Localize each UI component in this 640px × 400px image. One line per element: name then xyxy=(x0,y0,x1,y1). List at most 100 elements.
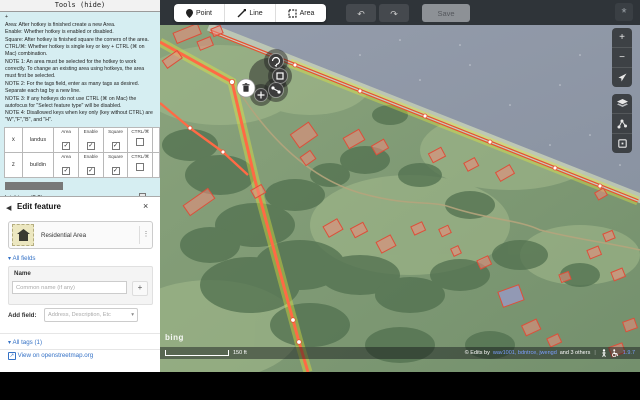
divider xyxy=(0,349,160,350)
col-label-ctrl: CTRL/⌘ xyxy=(128,129,152,134)
add-field-select[interactable]: Address, Description, Etc ▾ xyxy=(44,308,138,322)
bottom-letterbox xyxy=(0,372,640,400)
bing-logo: bing xyxy=(165,333,184,342)
hotkey-row: x landus Area ✓ Enable ✓ Square ✓ CTRL/⌘ xyxy=(5,128,160,153)
tools-panel-header[interactable]: Tools (hide) xyxy=(0,0,160,12)
square-checkbox[interactable]: ✓ xyxy=(112,167,120,175)
attribution-user-links[interactable]: wav1001, bdntrce, jwengd xyxy=(493,350,557,356)
hotkey-table: x landus Area ✓ Enable ✓ Square ✓ CTRL/⌘ z … xyxy=(4,127,160,178)
trash-icon xyxy=(243,83,250,92)
hotkey-tag-input[interactable]: buildin xyxy=(22,153,54,178)
move-button[interactable] xyxy=(255,89,268,102)
help-line: + xyxy=(5,14,155,21)
undo-button[interactable]: ↶ xyxy=(346,4,376,22)
left-sidebar: Tools (hide) + Area: After hotkey is fin… xyxy=(0,0,160,372)
version-link[interactable]: 1.9.7 xyxy=(623,350,635,356)
map-data-button[interactable] xyxy=(612,114,632,134)
preset-card[interactable]: Residential Area ⋮ xyxy=(8,221,153,249)
preset-name: Residential Area xyxy=(41,232,86,239)
area-icon xyxy=(288,9,297,18)
line-button[interactable]: Line xyxy=(225,4,276,22)
help-line: NOTE 4: Disallowed keys when key only (k… xyxy=(5,110,155,124)
zoom-out-button[interactable]: − xyxy=(612,48,632,68)
map-canvas[interactable] xyxy=(160,25,640,372)
edit-feature-title: Edit feature xyxy=(17,202,61,211)
empty-cell xyxy=(153,128,160,153)
col-label-area: Area xyxy=(54,129,78,134)
preset-more-icon[interactable]: ⋮ xyxy=(139,226,152,244)
col-label-square: Square xyxy=(104,129,128,134)
empty-cell xyxy=(153,153,160,178)
view-on-osm-link[interactable]: ↗View on openstreetmap.org xyxy=(8,352,93,359)
attribution-divider: | xyxy=(594,350,595,356)
point-button[interactable]: Point xyxy=(174,4,225,22)
square-checkbox[interactable]: ✓ xyxy=(112,142,120,150)
back-icon[interactable]: ◀ xyxy=(6,204,11,212)
help-line: CTRL/⌘: Whether hotkey is single key or … xyxy=(5,44,155,58)
help-line: Enable: Whether hotkey is enabled or dis… xyxy=(5,29,155,36)
col-label-enable: Enable xyxy=(79,154,103,159)
help-icon xyxy=(618,139,627,148)
all-fields-toggle[interactable]: ▾ All fields xyxy=(8,255,36,262)
tools-panel: Tools (hide) + Area: After hotkey is fin… xyxy=(0,0,160,196)
attribution: © Edits by wav1001, bdntrce, jwengd and … xyxy=(465,349,640,357)
attribution-suffix: and 3 others xyxy=(560,350,591,356)
scale-label: 150 ft xyxy=(233,350,247,356)
disconnect-button[interactable] xyxy=(269,83,284,98)
zoom-control-group: + − xyxy=(612,28,632,87)
attribution-prefix: © Edits by xyxy=(465,350,490,356)
enable-checkbox[interactable]: ✓ xyxy=(87,167,95,175)
wheelchair-icon xyxy=(611,349,620,357)
col-label-enable: Enable xyxy=(79,129,103,134)
hotkey-row: z buildin Area ✓ Enable ✓ Square ✓ CTRL/⌘ xyxy=(5,153,160,178)
help-line: NOTE 1: An area must be selected for the… xyxy=(5,59,155,80)
hotkey-key-input[interactable]: x xyxy=(5,128,23,153)
hotkey-tag-input[interactable]: landus xyxy=(22,128,54,153)
add-field-placeholder: Address, Description, Etc xyxy=(48,312,111,318)
close-icon[interactable]: × xyxy=(143,201,148,211)
orthogonalize-button[interactable] xyxy=(273,69,288,84)
col-label-square: Square xyxy=(104,154,128,159)
tools-help-text: + Area: After hotkey is finished create … xyxy=(0,12,160,124)
hotkey-key-input[interactable]: z xyxy=(5,153,23,178)
help-line: NOTE 3: If any hotkeys do not use CTRL (… xyxy=(5,96,155,110)
redo-button[interactable]: ↷ xyxy=(379,4,409,22)
ctrl-checkbox[interactable] xyxy=(136,163,144,171)
ctrl-checkbox[interactable] xyxy=(136,138,144,146)
all-tags-toggle[interactable]: ▾ All tags (1) xyxy=(8,339,42,346)
tools-apply-button[interactable] xyxy=(5,182,63,190)
help-line: Square: After hotkey is finished square … xyxy=(5,37,155,44)
pedestrian-icon xyxy=(600,349,608,357)
name-input[interactable] xyxy=(12,281,127,294)
help-button[interactable] xyxy=(612,134,632,153)
loading-spinner-icon: * xyxy=(615,3,633,21)
background-layers-button[interactable] xyxy=(612,94,632,114)
area-checkbox[interactable]: ✓ xyxy=(62,142,70,150)
save-button[interactable]: Save xyxy=(422,4,470,22)
col-label-area: Area xyxy=(54,154,78,159)
enable-checkbox[interactable]: ✓ xyxy=(87,142,95,150)
panel-control-group xyxy=(612,94,632,153)
residential-area-icon xyxy=(12,224,34,246)
geolocate-button[interactable] xyxy=(612,68,632,87)
divider xyxy=(0,333,160,334)
map-footer-bar: 150 ft © Edits by wav1001, bdntrce, jwen… xyxy=(160,347,640,359)
map-area[interactable]: Point Line Area ↶ ↷ Save * + − xyxy=(160,0,640,372)
map-toolbar: Point Line Area ↶ ↷ Save * xyxy=(160,0,640,25)
geolocate-icon xyxy=(618,73,627,82)
area-button[interactable]: Area xyxy=(276,4,326,22)
help-line: Area: After hotkey is finished create a … xyxy=(5,22,155,29)
zoom-in-button[interactable]: + xyxy=(612,28,632,48)
area-checkbox[interactable]: ✓ xyxy=(62,167,70,175)
chevron-down-icon: ▾ xyxy=(131,312,134,318)
rotate-button[interactable] xyxy=(269,54,284,69)
layers-icon xyxy=(617,99,628,108)
delete-button[interactable] xyxy=(237,79,255,97)
col-label-ctrl: CTRL/⌘ xyxy=(128,154,152,159)
help-line: NOTE 2: For the tags field, enter as man… xyxy=(5,81,155,95)
point-icon xyxy=(186,9,193,18)
scale-bar xyxy=(165,350,229,356)
add-value-button[interactable]: + xyxy=(132,281,148,296)
app-window: Tools (hide) + Area: After hotkey is fin… xyxy=(0,0,640,400)
map-data-icon xyxy=(617,119,627,129)
